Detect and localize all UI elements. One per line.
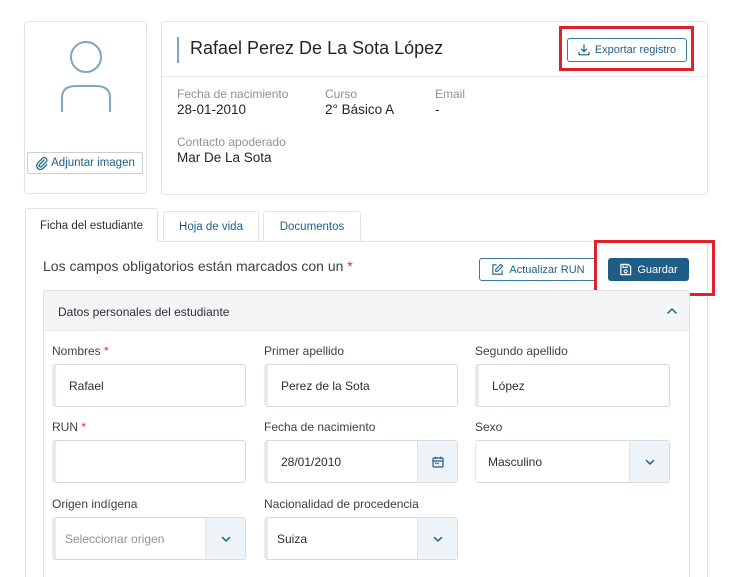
save-highlight-box: [594, 240, 715, 296]
first-name-label: Nombres *: [52, 344, 109, 358]
name-accent-bar: [177, 37, 179, 63]
second-surname-value: López: [492, 379, 525, 393]
required-fields-note: Los campos obligatorios están marcados c…: [43, 258, 353, 274]
nationality-select[interactable]: Suiza: [264, 517, 458, 560]
guardian-contact-label: Contacto apoderado: [177, 135, 286, 149]
nationality-dropdown-toggle[interactable]: [417, 518, 457, 559]
tab-documents-label: Documentos: [279, 220, 345, 233]
tab-documents[interactable]: Documentos: [263, 211, 361, 241]
sex-dropdown-toggle[interactable]: [629, 441, 669, 482]
birthdate-field-value: 28/01/2010: [281, 455, 342, 469]
student-photo-card: Adjuntar imagen: [24, 21, 147, 194]
required-fields-text: Los campos obligatorios están marcados c…: [43, 258, 344, 274]
first-name-value: Rafael: [69, 379, 104, 393]
first-name-label-text: Nombres: [52, 344, 101, 358]
required-star: *: [347, 258, 353, 274]
course-value: 2° Básico A: [325, 102, 395, 117]
sex-select[interactable]: Masculino: [475, 440, 670, 483]
indigenous-origin-placeholder: Seleccionar origen: [65, 532, 165, 546]
run-label-text: RUN: [52, 420, 78, 434]
chevron-down-icon: [433, 536, 442, 542]
first-name-input[interactable]: Rafael: [52, 364, 246, 407]
first-surname-value: Perez de la Sota: [281, 379, 370, 393]
edit-icon: [492, 263, 504, 275]
required-star: *: [104, 344, 109, 358]
tab-life-record-label: Hoja de vida: [179, 220, 243, 233]
attach-image-label: Adjuntar imagen: [51, 157, 135, 169]
chevron-up-icon[interactable]: [665, 304, 679, 318]
paperclip-icon: [36, 157, 48, 170]
birthdate-value: 28-01-2010: [177, 102, 247, 117]
calendar-button[interactable]: [417, 441, 457, 482]
update-run-button[interactable]: Actualizar RUN: [479, 258, 597, 281]
email-label: Email: [435, 87, 466, 101]
first-surname-label: Primer apellido: [264, 344, 345, 358]
section-title: Datos personales del estudiante: [58, 305, 230, 319]
second-surname-label: Segundo apellido: [475, 344, 568, 358]
export-highlight-box: [559, 26, 694, 71]
chevron-down-icon: [221, 536, 230, 542]
personal-data-section-header[interactable]: Datos personales del estudiante: [44, 291, 689, 331]
tab-student-record-label: Ficha del estudiante: [40, 219, 143, 232]
birthdate-label: Fecha de nacimiento: [177, 87, 289, 101]
run-label: RUN *: [52, 420, 86, 434]
tab-life-record[interactable]: Hoja de vida: [163, 211, 259, 241]
course-label: Curso: [325, 87, 358, 101]
required-star: *: [81, 420, 87, 434]
user-avatar-icon: [61, 41, 111, 112]
first-surname-input[interactable]: Perez de la Sota: [264, 364, 458, 407]
tab-student-record[interactable]: Ficha del estudiante: [25, 208, 158, 242]
attach-image-button[interactable]: Adjuntar imagen: [27, 152, 143, 174]
origin-dropdown-toggle[interactable]: [205, 518, 245, 559]
sex-value: Masculino: [488, 455, 543, 469]
birthdate-input[interactable]: 28/01/2010: [264, 440, 458, 483]
chevron-down-icon: [645, 459, 654, 465]
sex-label: Sexo: [475, 420, 503, 434]
run-input[interactable]: [52, 440, 246, 483]
birthdate-field-label: Fecha de nacimiento: [264, 420, 376, 434]
student-name: Rafael Perez De La Sota López: [190, 38, 444, 58]
indigenous-origin-label: Origen indígena: [52, 497, 138, 511]
guardian-contact-value: Mar De La Sota: [177, 150, 272, 165]
indigenous-origin-select[interactable]: Seleccionar origen: [52, 517, 246, 560]
calendar-icon: [431, 456, 444, 468]
email-value: -: [435, 102, 440, 117]
second-surname-input[interactable]: López: [475, 364, 670, 407]
nationality-label: Nacionalidad de procedencia: [264, 497, 419, 511]
nationality-value: Suiza: [277, 532, 308, 546]
update-run-label: Actualizar RUN: [509, 263, 585, 276]
